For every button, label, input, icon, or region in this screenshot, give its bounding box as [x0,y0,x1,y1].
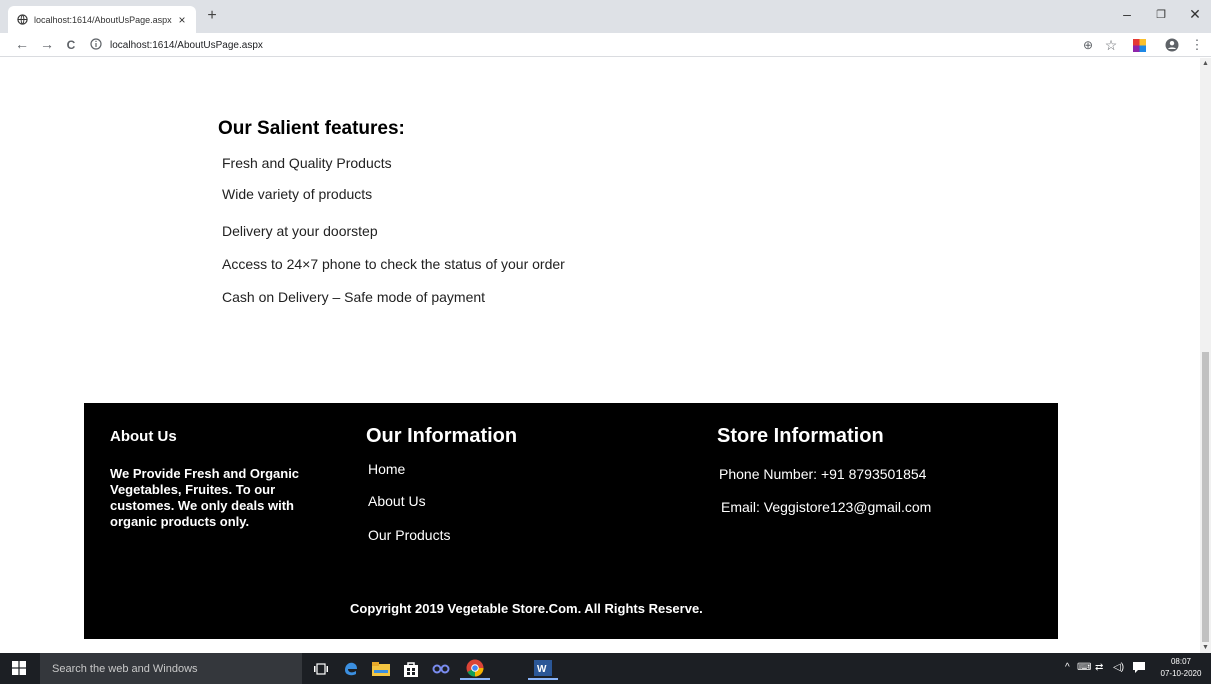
zoom-icon[interactable]: ⊕ [1080,37,1096,53]
taskbar-clock[interactable]: 08:07 07-10-2020 [1155,656,1207,680]
page-scrollbar[interactable]: ▲ ▼ [1200,58,1211,653]
window-close-button[interactable]: ✕ [1185,6,1205,23]
windows-taskbar: Search the web and Windows W ^ ⌨ ⇄ ◁) 08… [0,653,1211,684]
store-icon[interactable] [400,658,422,680]
scroll-down-icon[interactable]: ▼ [1202,644,1209,651]
address-toolbar: ← → C localhost:1614/AboutUsPage.aspx ⊕ … [0,33,1211,57]
feature-item: Access to 24×7 phone to check the status… [222,256,565,272]
action-center-icon[interactable] [1133,662,1145,676]
features-title: Our Salient features: [218,118,405,139]
url-bar[interactable]: localhost:1614/AboutUsPage.aspx [90,35,1055,55]
footer-about-heading: About Us [110,428,177,445]
edge-browser-icon[interactable] [340,658,362,680]
back-button[interactable]: ← [14,36,30,52]
scroll-up-icon[interactable]: ▲ [1202,60,1209,67]
browser-tab-bar: localhost:1614/AboutUsPage.aspx × + – ❐ … [0,0,1211,33]
feature-item: Wide variety of products [222,186,373,202]
clock-time: 08:07 [1170,657,1192,666]
tab-close-icon[interactable]: × [176,13,188,27]
bookmark-star-icon[interactable]: ☆ [1103,37,1119,53]
profile-icon[interactable] [1164,37,1180,53]
taskbar-search-box[interactable]: Search the web and Windows [40,653,302,684]
site-footer: About Us We Provide Fresh and Organic Ve… [84,403,1058,639]
tab-title: localhost:1614/AboutUsPage.aspx [34,14,172,25]
feature-item: Fresh and Quality Products [222,155,392,171]
footer-link-home[interactable]: Home [368,461,405,477]
page-content: Our Salient features: Fresh and Quality … [0,58,1200,653]
app-icon[interactable] [430,658,452,680]
network-icon[interactable]: ⇄ [1095,662,1103,673]
volume-icon[interactable]: ◁) [1113,662,1124,673]
feature-item: Cash on Delivery – Safe mode of payment [222,289,486,305]
windows-start-icon[interactable] [12,661,26,675]
new-tab-button[interactable]: + [204,7,220,25]
svg-text:W: W [537,664,547,675]
extension-icon[interactable] [1131,37,1147,53]
feature-item: Delivery at your doorstep [222,223,378,239]
reload-button[interactable]: C [63,38,79,52]
info-icon[interactable] [90,38,104,52]
restore-button[interactable]: ❐ [1151,8,1171,21]
forward-button[interactable]: → [39,36,55,52]
keyboard-icon[interactable]: ⌨ [1077,662,1091,673]
file-explorer-icon[interactable] [370,658,392,680]
word-icon[interactable]: W [528,658,558,680]
footer-link-our-products[interactable]: Our Products [368,527,450,543]
footer-phone: Phone Number: +91 8793501854 [719,466,927,482]
clock-date: 07-10-2020 [1160,669,1202,678]
taskbar-search-placeholder: Search the web and Windows [52,662,198,675]
footer-store-heading: Store Information [717,425,884,447]
url-text: localhost:1614/AboutUsPage.aspx [110,39,263,51]
task-view-icon[interactable] [310,658,332,680]
footer-email: Email: Veggistore123@gmail.com [721,499,932,515]
footer-copyright: Copyright 2019 Vegetable Store.Com. All … [350,601,703,616]
minimize-button[interactable]: – [1117,6,1137,22]
browser-tab[interactable]: localhost:1614/AboutUsPage.aspx × [8,6,196,33]
show-hidden-icons-icon[interactable]: ^ [1065,662,1070,673]
footer-link-about-us[interactable]: About Us [368,493,426,509]
footer-info-heading: Our Information [366,425,518,447]
globe-icon [16,14,28,26]
chrome-icon[interactable] [460,658,490,680]
scrollbar-thumb[interactable] [1202,352,1209,642]
footer-about-text: We Provide Fresh and Organic Vegetables,… [110,466,300,529]
menu-icon[interactable]: ⋮ [1189,37,1205,53]
